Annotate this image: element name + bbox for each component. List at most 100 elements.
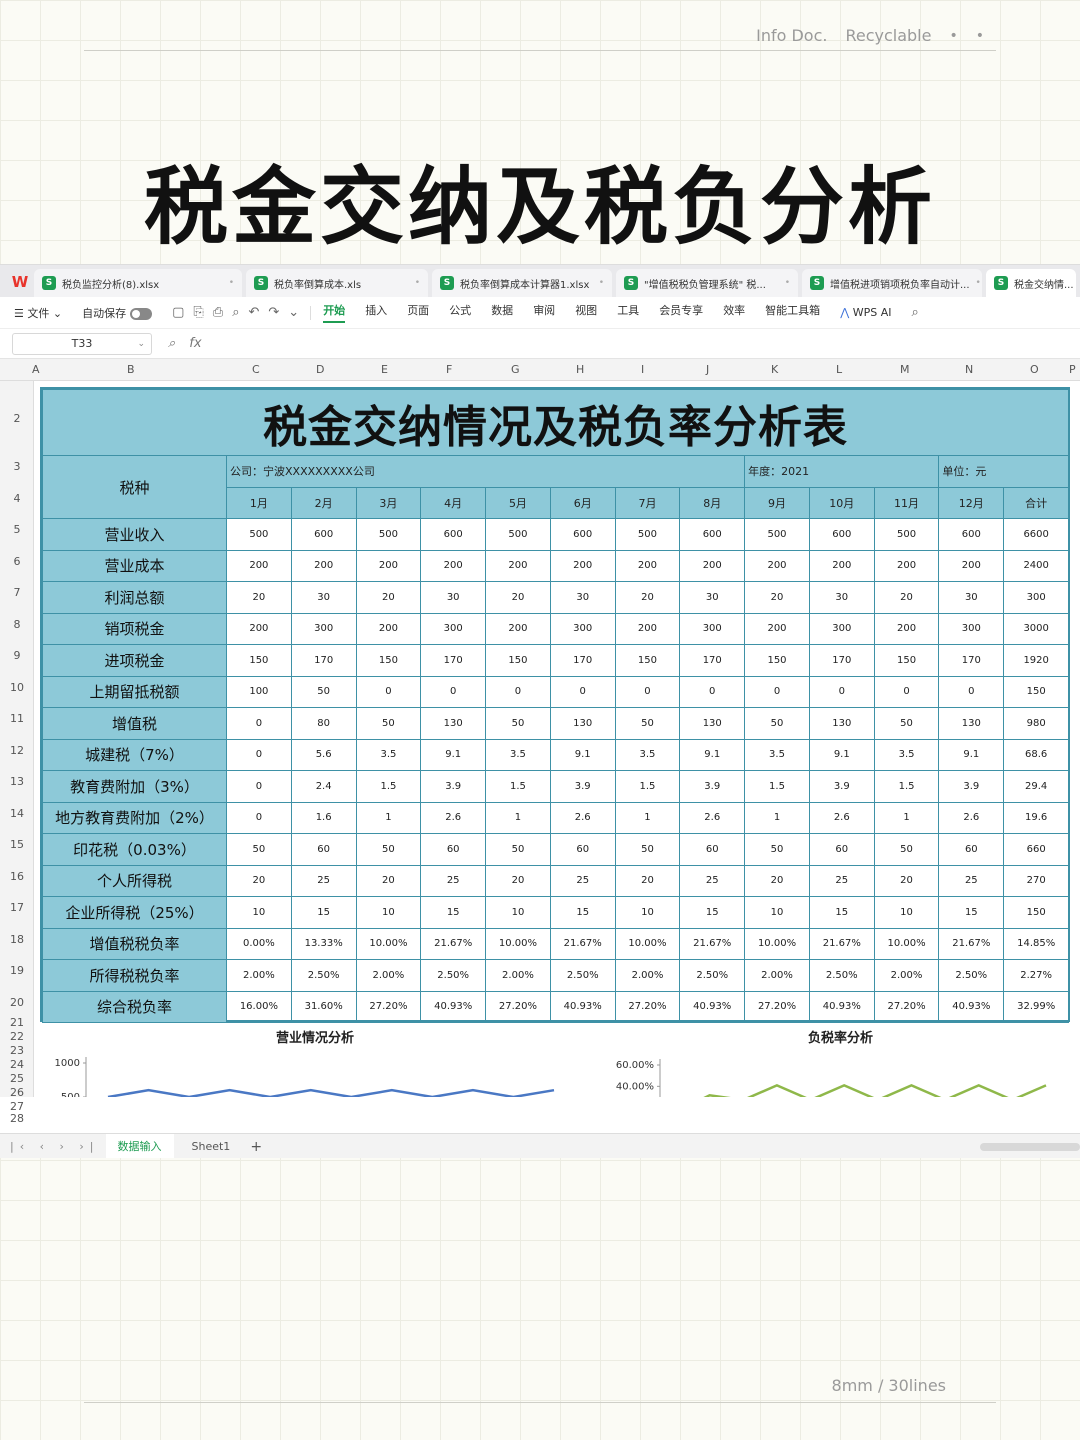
month-header[interactable]: 6月: [549, 486, 616, 519]
data-cell[interactable]: 60: [808, 833, 875, 866]
data-cell[interactable]: 1920: [1003, 644, 1070, 677]
data-cell[interactable]: 50: [873, 833, 940, 866]
row-label[interactable]: 营业成本: [42, 549, 227, 582]
data-cell[interactable]: 200: [485, 612, 551, 645]
data-cell[interactable]: 130: [808, 707, 875, 740]
ribbon-tab[interactable]: 会员专享: [659, 302, 703, 323]
data-cell[interactable]: 25: [549, 864, 616, 897]
data-cell[interactable]: 150: [226, 644, 292, 677]
column-header[interactable]: F: [446, 363, 452, 376]
data-cell[interactable]: 200: [355, 612, 422, 645]
row-header[interactable]: 6: [0, 555, 34, 568]
data-cell[interactable]: 60: [549, 833, 616, 866]
column-header[interactable]: I: [641, 363, 644, 376]
data-cell[interactable]: 500: [355, 518, 422, 551]
data-cell[interactable]: 30: [808, 581, 875, 614]
data-cell[interactable]: 20: [355, 581, 422, 614]
data-cell[interactable]: 13.33%: [290, 927, 357, 960]
wps-logo-icon[interactable]: W: [6, 267, 34, 297]
data-cell[interactable]: 3.5: [614, 738, 681, 771]
data-cell[interactable]: 30: [549, 581, 616, 614]
data-cell[interactable]: 10: [873, 896, 940, 929]
data-cell[interactable]: 200: [226, 549, 292, 582]
row-header[interactable]: 4: [0, 492, 34, 505]
data-cell[interactable]: 2.00%: [744, 959, 810, 992]
ribbon-tab[interactable]: 页面: [407, 302, 429, 323]
data-cell[interactable]: 3.5: [744, 738, 810, 771]
data-cell[interactable]: 2.00%: [226, 959, 292, 992]
row-header[interactable]: 9: [0, 649, 34, 662]
sheet-tab-data-input[interactable]: 数据输入: [105, 1133, 174, 1158]
data-cell[interactable]: 300: [549, 612, 616, 645]
data-cell[interactable]: 200: [226, 612, 292, 645]
data-cell[interactable]: 600: [420, 518, 487, 551]
row-header[interactable]: 10: [0, 681, 34, 694]
month-header[interactable]: 合计: [1003, 486, 1070, 519]
data-cell[interactable]: 15: [938, 896, 1005, 929]
data-cell[interactable]: 0: [938, 675, 1005, 708]
table-title[interactable]: 税金交纳情况及税负率分析表: [41, 389, 1070, 456]
data-cell[interactable]: 1: [355, 801, 422, 834]
data-cell[interactable]: 2.50%: [808, 959, 875, 992]
month-header[interactable]: 10月: [808, 486, 875, 519]
ribbon-tab[interactable]: 审阅: [533, 302, 555, 323]
data-cell[interactable]: 500: [226, 518, 292, 551]
row-header[interactable]: 26: [0, 1086, 34, 1099]
row-header[interactable]: 12: [0, 744, 34, 757]
ribbon-tab[interactable]: 智能工具箱: [765, 302, 820, 323]
row-header[interactable]: 21: [0, 1016, 34, 1029]
data-cell[interactable]: 3.9: [679, 770, 746, 803]
data-cell[interactable]: 0: [808, 675, 875, 708]
unit-cell[interactable]: 单位：元: [938, 455, 1070, 488]
data-cell[interactable]: 200: [873, 549, 940, 582]
data-cell[interactable]: 21.67%: [938, 927, 1005, 960]
file-tab[interactable]: S 税负率倒算成本.xls •: [246, 269, 428, 297]
year-cell[interactable]: 年度：2021: [744, 455, 940, 488]
data-cell[interactable]: 0: [485, 675, 551, 708]
row-header[interactable]: 17: [0, 901, 34, 914]
file-tab[interactable]: S "增值税税负管理系统" 税... •: [616, 269, 798, 297]
row-label[interactable]: 增值税: [42, 707, 227, 740]
data-cell[interactable]: 20: [226, 581, 292, 614]
month-header[interactable]: 1月: [226, 486, 292, 519]
data-cell[interactable]: 980: [1003, 707, 1070, 740]
data-cell[interactable]: 10: [226, 896, 292, 929]
function-icon[interactable]: fx: [189, 336, 201, 351]
close-icon[interactable]: •: [779, 278, 790, 288]
sheet-nav-arrows-icon[interactable]: |‹ ‹ › ›|: [10, 1140, 100, 1153]
data-cell[interactable]: 2.50%: [290, 959, 357, 992]
data-cell[interactable]: 9.1: [808, 738, 875, 771]
data-cell[interactable]: 1: [873, 801, 940, 834]
data-cell[interactable]: 2.00%: [614, 959, 681, 992]
sheet-tab-sheet1[interactable]: Sheet1: [180, 1136, 243, 1157]
save-icon[interactable]: ▢: [172, 305, 184, 320]
data-cell[interactable]: 1: [485, 801, 551, 834]
data-cell[interactable]: 15: [420, 896, 487, 929]
file-tab[interactable]: S 增值税进项销项税负率自动计... •: [802, 269, 982, 297]
row-header[interactable]: 15: [0, 838, 34, 851]
data-cell[interactable]: 40.93%: [808, 990, 875, 1023]
data-cell[interactable]: 20: [744, 581, 810, 614]
data-cell[interactable]: 200: [420, 549, 487, 582]
data-cell[interactable]: 170: [290, 644, 357, 677]
data-cell[interactable]: 50: [873, 707, 940, 740]
row-header[interactable]: 14: [0, 807, 34, 820]
data-cell[interactable]: 1.5: [355, 770, 422, 803]
column-header[interactable]: C: [252, 363, 260, 376]
row-label[interactable]: 企业所得税（25%）: [42, 896, 227, 929]
row-label[interactable]: 销项税金: [42, 612, 227, 645]
data-cell[interactable]: 40.93%: [938, 990, 1005, 1023]
row-label[interactable]: 所得税税负率: [42, 959, 227, 992]
data-cell[interactable]: 2.50%: [938, 959, 1005, 992]
data-cell[interactable]: 3.9: [420, 770, 487, 803]
data-cell[interactable]: 200: [873, 612, 940, 645]
data-cell[interactable]: 500: [485, 518, 551, 551]
row-header[interactable]: 28: [0, 1112, 34, 1125]
row-header[interactable]: 11: [0, 712, 34, 725]
data-cell[interactable]: 10.00%: [744, 927, 810, 960]
data-cell[interactable]: 200: [355, 549, 422, 582]
wps-ai-button[interactable]: ⋀ WPS AI: [840, 306, 891, 319]
data-cell[interactable]: 50: [744, 833, 810, 866]
data-cell[interactable]: 0.00%: [226, 927, 292, 960]
close-icon[interactable]: •: [970, 278, 981, 288]
